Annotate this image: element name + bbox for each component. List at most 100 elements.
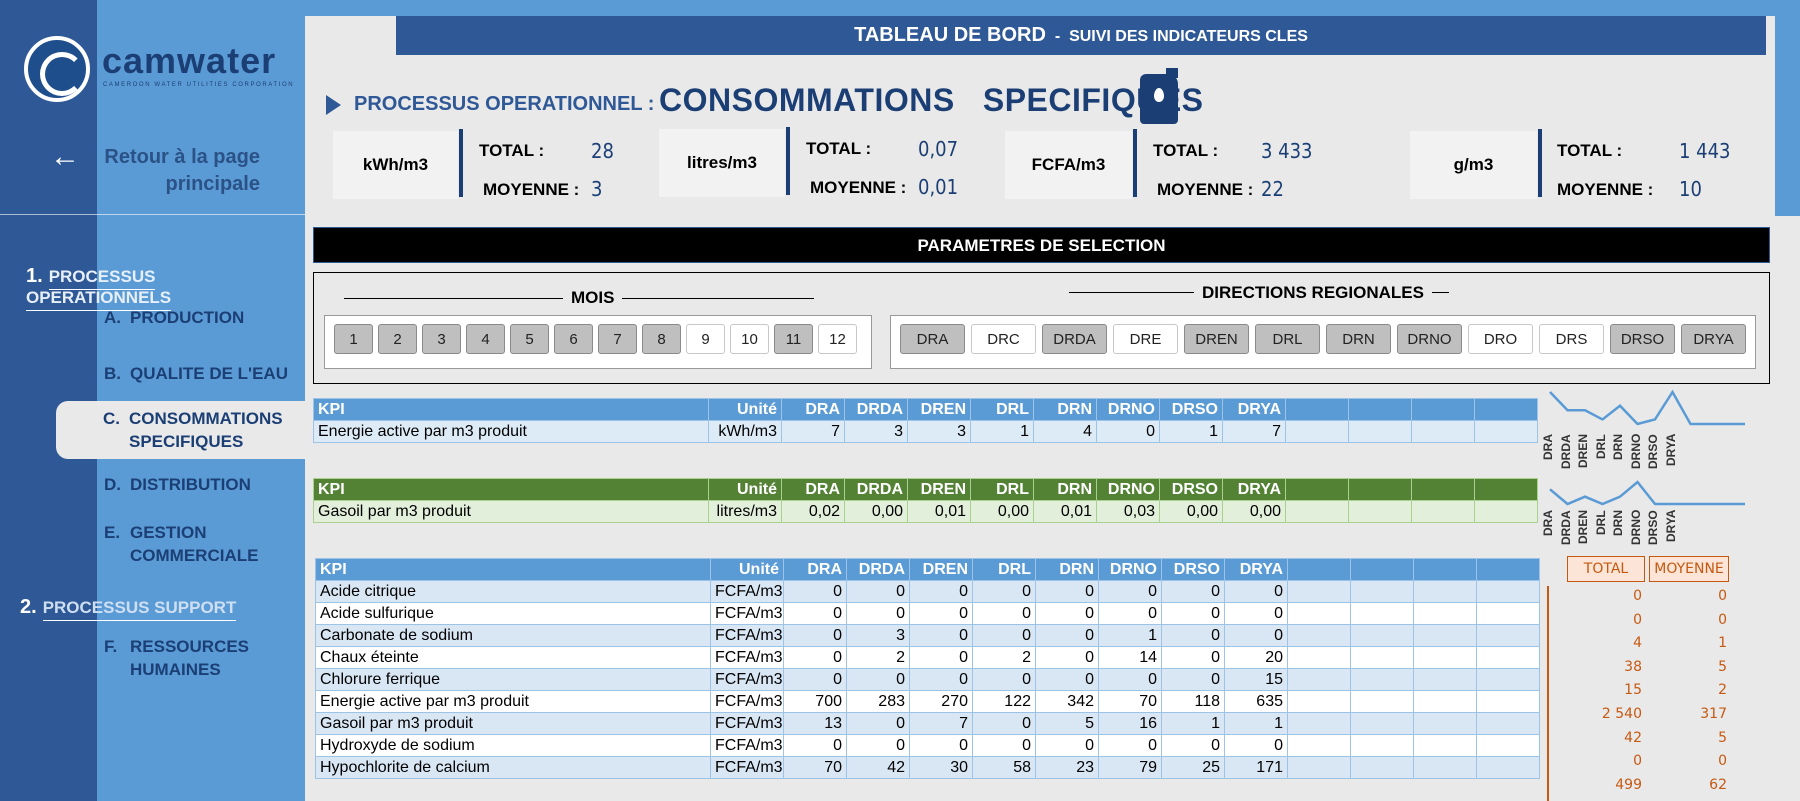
top-strip <box>305 0 1800 16</box>
month-slicer-item[interactable]: 1 <box>334 324 373 354</box>
value-cell: 0 <box>1035 624 1099 647</box>
nav-letter: F. <box>104 637 118 656</box>
month-slicer-item[interactable]: 9 <box>686 324 725 354</box>
value-cell <box>1350 756 1414 779</box>
value-cell: 3 <box>844 420 908 443</box>
value-cell: 171 <box>1224 756 1288 779</box>
value-cell: 0 <box>1224 602 1288 625</box>
value-cell: 30 <box>909 756 973 779</box>
value-cell <box>1413 712 1477 735</box>
value-cell: 20 <box>1224 646 1288 669</box>
value-cell: 0 <box>1161 646 1225 669</box>
title-subtitle: SUIVI DES INDICATEURS CLES <box>1069 28 1308 45</box>
month-slicer-item[interactable]: 3 <box>422 324 461 354</box>
nav-section-support[interactable]: 2. PROCESSUS SUPPORT <box>20 596 237 621</box>
column-header: DREN <box>909 558 973 581</box>
column-header: DRNO <box>1096 478 1160 501</box>
nav-item-distribution[interactable]: D. DISTRIBUTION <box>104 473 251 496</box>
value-cell: 4 <box>1033 420 1097 443</box>
kpi-name-cell: Energie active par m3 produit <box>313 420 709 443</box>
region-slicer-item[interactable]: DRC <box>971 324 1036 354</box>
month-slicer-item[interactable]: 8 <box>642 324 681 354</box>
kpi-card-grams: g/m3 TOTAL : 1 443 MOYENNE : 10 <box>1410 129 1750 201</box>
kpi-name-cell: Gasoil par m3 produit <box>313 500 709 523</box>
nav-item-hr[interactable]: F. RESSOURCES HUMAINES <box>104 635 249 681</box>
region-slicer-item[interactable]: DRE <box>1113 324 1178 354</box>
value-cell: 0 <box>1224 624 1288 647</box>
nav-item-production[interactable]: A. PRODUCTION <box>104 306 244 329</box>
value-cell: 70 <box>783 756 847 779</box>
value-cell <box>1476 602 1540 625</box>
value-cell <box>1474 500 1538 523</box>
nav-item-quality[interactable]: B. QUALITE DE L'EAU <box>104 362 288 385</box>
value-cell: 0 <box>972 602 1036 625</box>
total-value: 0 <box>1633 611 1642 628</box>
nav-letter: E. <box>104 523 121 542</box>
value-cell: 0,00 <box>1159 500 1223 523</box>
kpi-unit: FCFA/m3 <box>1005 131 1132 199</box>
value-cell: 0,03 <box>1096 500 1160 523</box>
month-slicer-item[interactable]: 2 <box>378 324 417 354</box>
value-cell: 0 <box>1161 580 1225 603</box>
kpi-average-value: 22 <box>1261 177 1284 201</box>
column-header <box>1287 558 1351 581</box>
region-slicer-item[interactable]: DREN <box>1184 324 1249 354</box>
value-cell: 5 <box>1035 712 1099 735</box>
kpi-name-cell: Chaux éteinte <box>315 646 711 669</box>
table-row: Acide citrique FCFA/m3 0 0 0 0 0 0 0 0 <box>315 580 1540 603</box>
value-cell: 0 <box>783 734 847 757</box>
value-cell <box>1413 602 1477 625</box>
region-slicer-item[interactable]: DRN <box>1326 324 1391 354</box>
energy-sparkline <box>1549 389 1745 426</box>
kpi-unit: litres/m3 <box>659 129 785 197</box>
region-slicer-item[interactable]: DRA <box>900 324 965 354</box>
column-header: DRN <box>1035 558 1099 581</box>
month-slicer-item[interactable]: 5 <box>510 324 549 354</box>
region-slicer-item[interactable]: DRSO <box>1610 324 1675 354</box>
value-cell: 0 <box>909 668 973 691</box>
back-to-home-link[interactable]: ← Retour à la page principale <box>50 140 260 200</box>
month-slicer-item[interactable]: 11 <box>774 324 813 354</box>
column-header <box>1474 478 1538 501</box>
value-cell <box>1413 734 1477 757</box>
value-cell: 0 <box>783 602 847 625</box>
table-row: Gasoil par m3 produit litres/m3 0,02 0,00 0,… <box>313 500 1538 523</box>
value-cell <box>1413 756 1477 779</box>
nav-item-commercial[interactable]: E. GESTION COMMERCIALE <box>104 521 258 567</box>
region-slicer-item[interactable]: DRS <box>1539 324 1604 354</box>
kpi-total-value: 3 433 <box>1261 139 1313 163</box>
column-header: KPI <box>313 398 709 421</box>
month-slicer-item[interactable]: 10 <box>730 324 769 354</box>
month-slicer-item[interactable]: 6 <box>554 324 593 354</box>
value-cell: 25 <box>1161 756 1225 779</box>
region-slicer-item[interactable]: DRL <box>1255 324 1320 354</box>
value-cell: 0 <box>1224 734 1288 757</box>
energy-kpi-table: KPI Unité DRA DRDA DREN DRL DRN DRNO DRSO DRYA Ene… <box>313 398 1538 443</box>
nav-label-line2: SPECIFIQUES <box>129 432 244 451</box>
back-link-line1: Retour à la page <box>104 146 260 168</box>
nav-item-specific-consumption[interactable]: C. CONSOMMATIONS SPECIFIQUES <box>56 401 306 459</box>
month-slicer-item[interactable]: 7 <box>598 324 637 354</box>
value-cell: 0 <box>1035 646 1099 669</box>
region-slicer-item[interactable]: DRNO <box>1397 324 1462 354</box>
value-cell: 0,00 <box>1222 500 1286 523</box>
sparkline-path <box>1549 480 1745 506</box>
value-cell: 0 <box>1161 624 1225 647</box>
unit-cell: litres/m3 <box>708 500 782 523</box>
region-slicer-item[interactable]: DRO <box>1468 324 1533 354</box>
region-slicer-item[interactable]: DRYA <box>1681 324 1746 354</box>
kpi-average-label: MOYENNE : <box>1557 180 1654 199</box>
nav-section-operational[interactable]: 1. PROCESSUS OPERATIONNELS <box>26 265 305 311</box>
value-cell <box>1287 646 1351 669</box>
column-header: DRL <box>970 478 1034 501</box>
column-header: DRL <box>970 398 1034 421</box>
total-value: 0 <box>1633 753 1642 770</box>
month-slicer-item[interactable]: 4 <box>466 324 505 354</box>
nav-label: CONSOMMATIONS <box>129 409 283 428</box>
month-slicer-item[interactable]: 12 <box>818 324 857 354</box>
value-cell: 0 <box>1098 580 1162 603</box>
table-header-row: KPI Unité DRA DRDA DREN DRL DRN DRNO DRSO DRYA <box>313 478 1538 501</box>
value-cell <box>1476 624 1540 647</box>
sidebar-divider <box>0 214 305 215</box>
region-slicer-item[interactable]: DRDA <box>1042 324 1107 354</box>
